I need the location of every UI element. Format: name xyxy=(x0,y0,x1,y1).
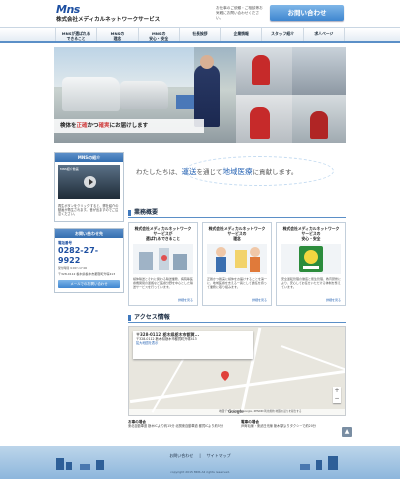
access-by-car: お車の場合 東北自動車道 栃木ICより約15分 北関東自動車道 都賀ICより約5… xyxy=(128,420,233,429)
contact-note: お仕事のご依頼・ご相談等お気軽にお問い合わせください。 xyxy=(216,6,263,20)
card-illustration xyxy=(281,244,341,274)
cooler-box xyxy=(176,95,196,109)
nav-item-recruit[interactable]: 求人ページ xyxy=(304,28,345,41)
card-more-link[interactable]: 詳細を見る xyxy=(252,298,267,302)
by-train-text: JR両毛線・東武日光線 栃木駅よりタクシーで約20分 xyxy=(241,424,316,429)
staff-photo xyxy=(252,55,270,85)
van-image xyxy=(62,77,120,111)
nav-item-philosophy[interactable]: MNSの 理念 xyxy=(97,28,139,41)
video-box-title: MNSの紹介 xyxy=(55,153,123,162)
sidebar: MNSの紹介 MNS紹介動画 再生ボタンをクリックすると、弊社紹介の動画が再生さ… xyxy=(54,152,124,299)
slogan: わたしたちは、運送を通じて地域医療に貢献します。 xyxy=(136,167,298,176)
copyright: copyright 2015 MNS All rights reserved. xyxy=(170,470,230,474)
footer-link-sitemap[interactable]: サイトマップ xyxy=(207,453,231,458)
page-top-button[interactable]: ▲ xyxy=(342,427,352,437)
staff-photo xyxy=(250,107,270,139)
by-car-text: 東北自動車道 栃木ICより約15分 北関東自動車道 都賀ICより約5分 xyxy=(128,424,224,429)
main-nav: MNSが選ばれる できること MNSの 理念 MNSの 安心・安全 社長挨拶 企… xyxy=(0,27,400,43)
footer-link-contact[interactable]: お問い合わせ xyxy=(169,453,193,458)
card-title: 株式会社メディカルネットワーク サービスが 選ばれるできること xyxy=(134,226,192,241)
business-card[interactable]: 株式会社メディカルネットワーク サービスの 安心・安全 安全運転管理の徹底と衛生… xyxy=(276,222,346,306)
card-title: 株式会社メディカルネットワーク サービスの 理念 xyxy=(208,226,266,241)
map-enlarge-link[interactable]: 拡大地図を表示 xyxy=(136,341,158,345)
address: 〒328-0112 栃木県栃木市都賀町升塚413 xyxy=(58,271,116,276)
contact-button[interactable]: お問い合わせ xyxy=(270,5,344,21)
logo[interactable]: Mns xyxy=(56,3,94,16)
business-card[interactable]: 株式会社メディカルネットワーク サービスの 理念 正確かつ確実に検体をお届けする… xyxy=(202,222,272,306)
contact-box-title: お問い合わせ先 xyxy=(55,228,123,238)
nav-item-safety[interactable]: MNSの 安心・安全 xyxy=(139,28,180,41)
hero-photo-panel xyxy=(292,47,346,95)
business-cards: 株式会社メディカルネットワーク サービスが 選ばれるできること 検体輸送とそれに… xyxy=(128,222,346,306)
video-player[interactable]: MNS紹介動画 xyxy=(58,165,120,199)
card-text: 安全運転管理の徹底と衛生管理、教育研修により、安心してお任せいただける体制を整え… xyxy=(281,277,342,289)
google-logo: Google xyxy=(228,409,244,414)
mail-contact-button[interactable]: メールでのお問い合わせ xyxy=(58,279,120,288)
card-text: 検体輸送とそれに関わる輸送業務、病院等医療機関間の運搬など医療分野を中心とした輸… xyxy=(133,277,194,289)
map-marker-icon[interactable] xyxy=(221,371,229,381)
van-image xyxy=(120,81,168,109)
access-details: お車の場合 東北自動車道 栃木ICより約15分 北関東自動車道 都賀ICより約5… xyxy=(128,420,346,429)
page: Mns 株式会社メディカルネットワークサービス お仕事のご依頼・ご相談等お気軽に… xyxy=(0,0,400,479)
card-illustration xyxy=(133,244,193,274)
driver-photo xyxy=(194,55,220,127)
nav-item-features[interactable]: MNSが選ばれる できること xyxy=(55,28,98,41)
video-caption: MNS紹介動画 xyxy=(60,167,79,171)
nav-item-staff[interactable]: スタッフ紹介 xyxy=(262,28,304,41)
video-description: 再生ボタンをクリックすると、弊社紹介の動画が再生されます。音が出ますのでご注意く… xyxy=(58,204,119,217)
access-by-train: 電車の場合 JR両毛線・東武日光線 栃木駅よりタクシーで約20分 xyxy=(241,420,346,429)
nav-item-greeting[interactable]: 社長挨拶 xyxy=(180,28,222,41)
access-section-title: アクセス情報 xyxy=(128,314,346,323)
header: Mns 株式会社メディカルネットワークサービス お仕事のご依頼・ご相談等お気軽に… xyxy=(0,0,400,27)
card-text: 正確かつ確実に検体をお届けすることを第一に、地域医療を支える一員として責任を持っ… xyxy=(207,277,268,289)
footer-links: お問い合わせ | サイトマップ xyxy=(169,453,231,458)
card-more-link[interactable]: 詳細を見る xyxy=(326,298,341,302)
play-icon[interactable] xyxy=(84,176,96,188)
map-info-window: 〒328-0112 栃木県栃木市都賀... 〒328-0112 栃木県栃木市都賀… xyxy=(133,331,253,359)
business-section-title: 業務概要 xyxy=(128,209,346,218)
company-name: 株式会社メディカルネットワークサービス xyxy=(56,17,161,23)
tel-label: 電話番号 xyxy=(58,240,72,245)
contact-box: お問い合わせ先 電話番号 0282-27-9922 受付時間 9:00〜17:0… xyxy=(54,227,124,293)
card-illustration xyxy=(207,244,267,274)
video-box: MNSの紹介 MNS紹介動画 再生ボタンをクリックすると、弊社紹介の動画が再生さ… xyxy=(54,152,124,222)
nav-item-company[interactable]: 企業情報 xyxy=(221,28,263,41)
card-title: 株式会社メディカルネットワーク サービスの 安心・安全 xyxy=(282,226,340,241)
staff-photo xyxy=(310,111,328,139)
business-card[interactable]: 株式会社メディカルネットワーク サービスが 選ばれるできること 検体輸送とそれに… xyxy=(128,222,198,306)
google-map[interactable]: 〒328-0112 栃木県栃木市都賀... 〒328-0112 栃木県栃木市都賀… xyxy=(128,326,346,416)
card-more-link[interactable]: 詳細を見る xyxy=(178,298,193,302)
map-zoom-control[interactable]: + − xyxy=(333,387,341,403)
hero-caption: 検体を正確かつ確実にお届けします xyxy=(54,119,204,133)
hero-banner: 検体を正確かつ確実にお届けします xyxy=(54,47,346,143)
phone-number[interactable]: 0282-27-9922 xyxy=(55,246,123,266)
